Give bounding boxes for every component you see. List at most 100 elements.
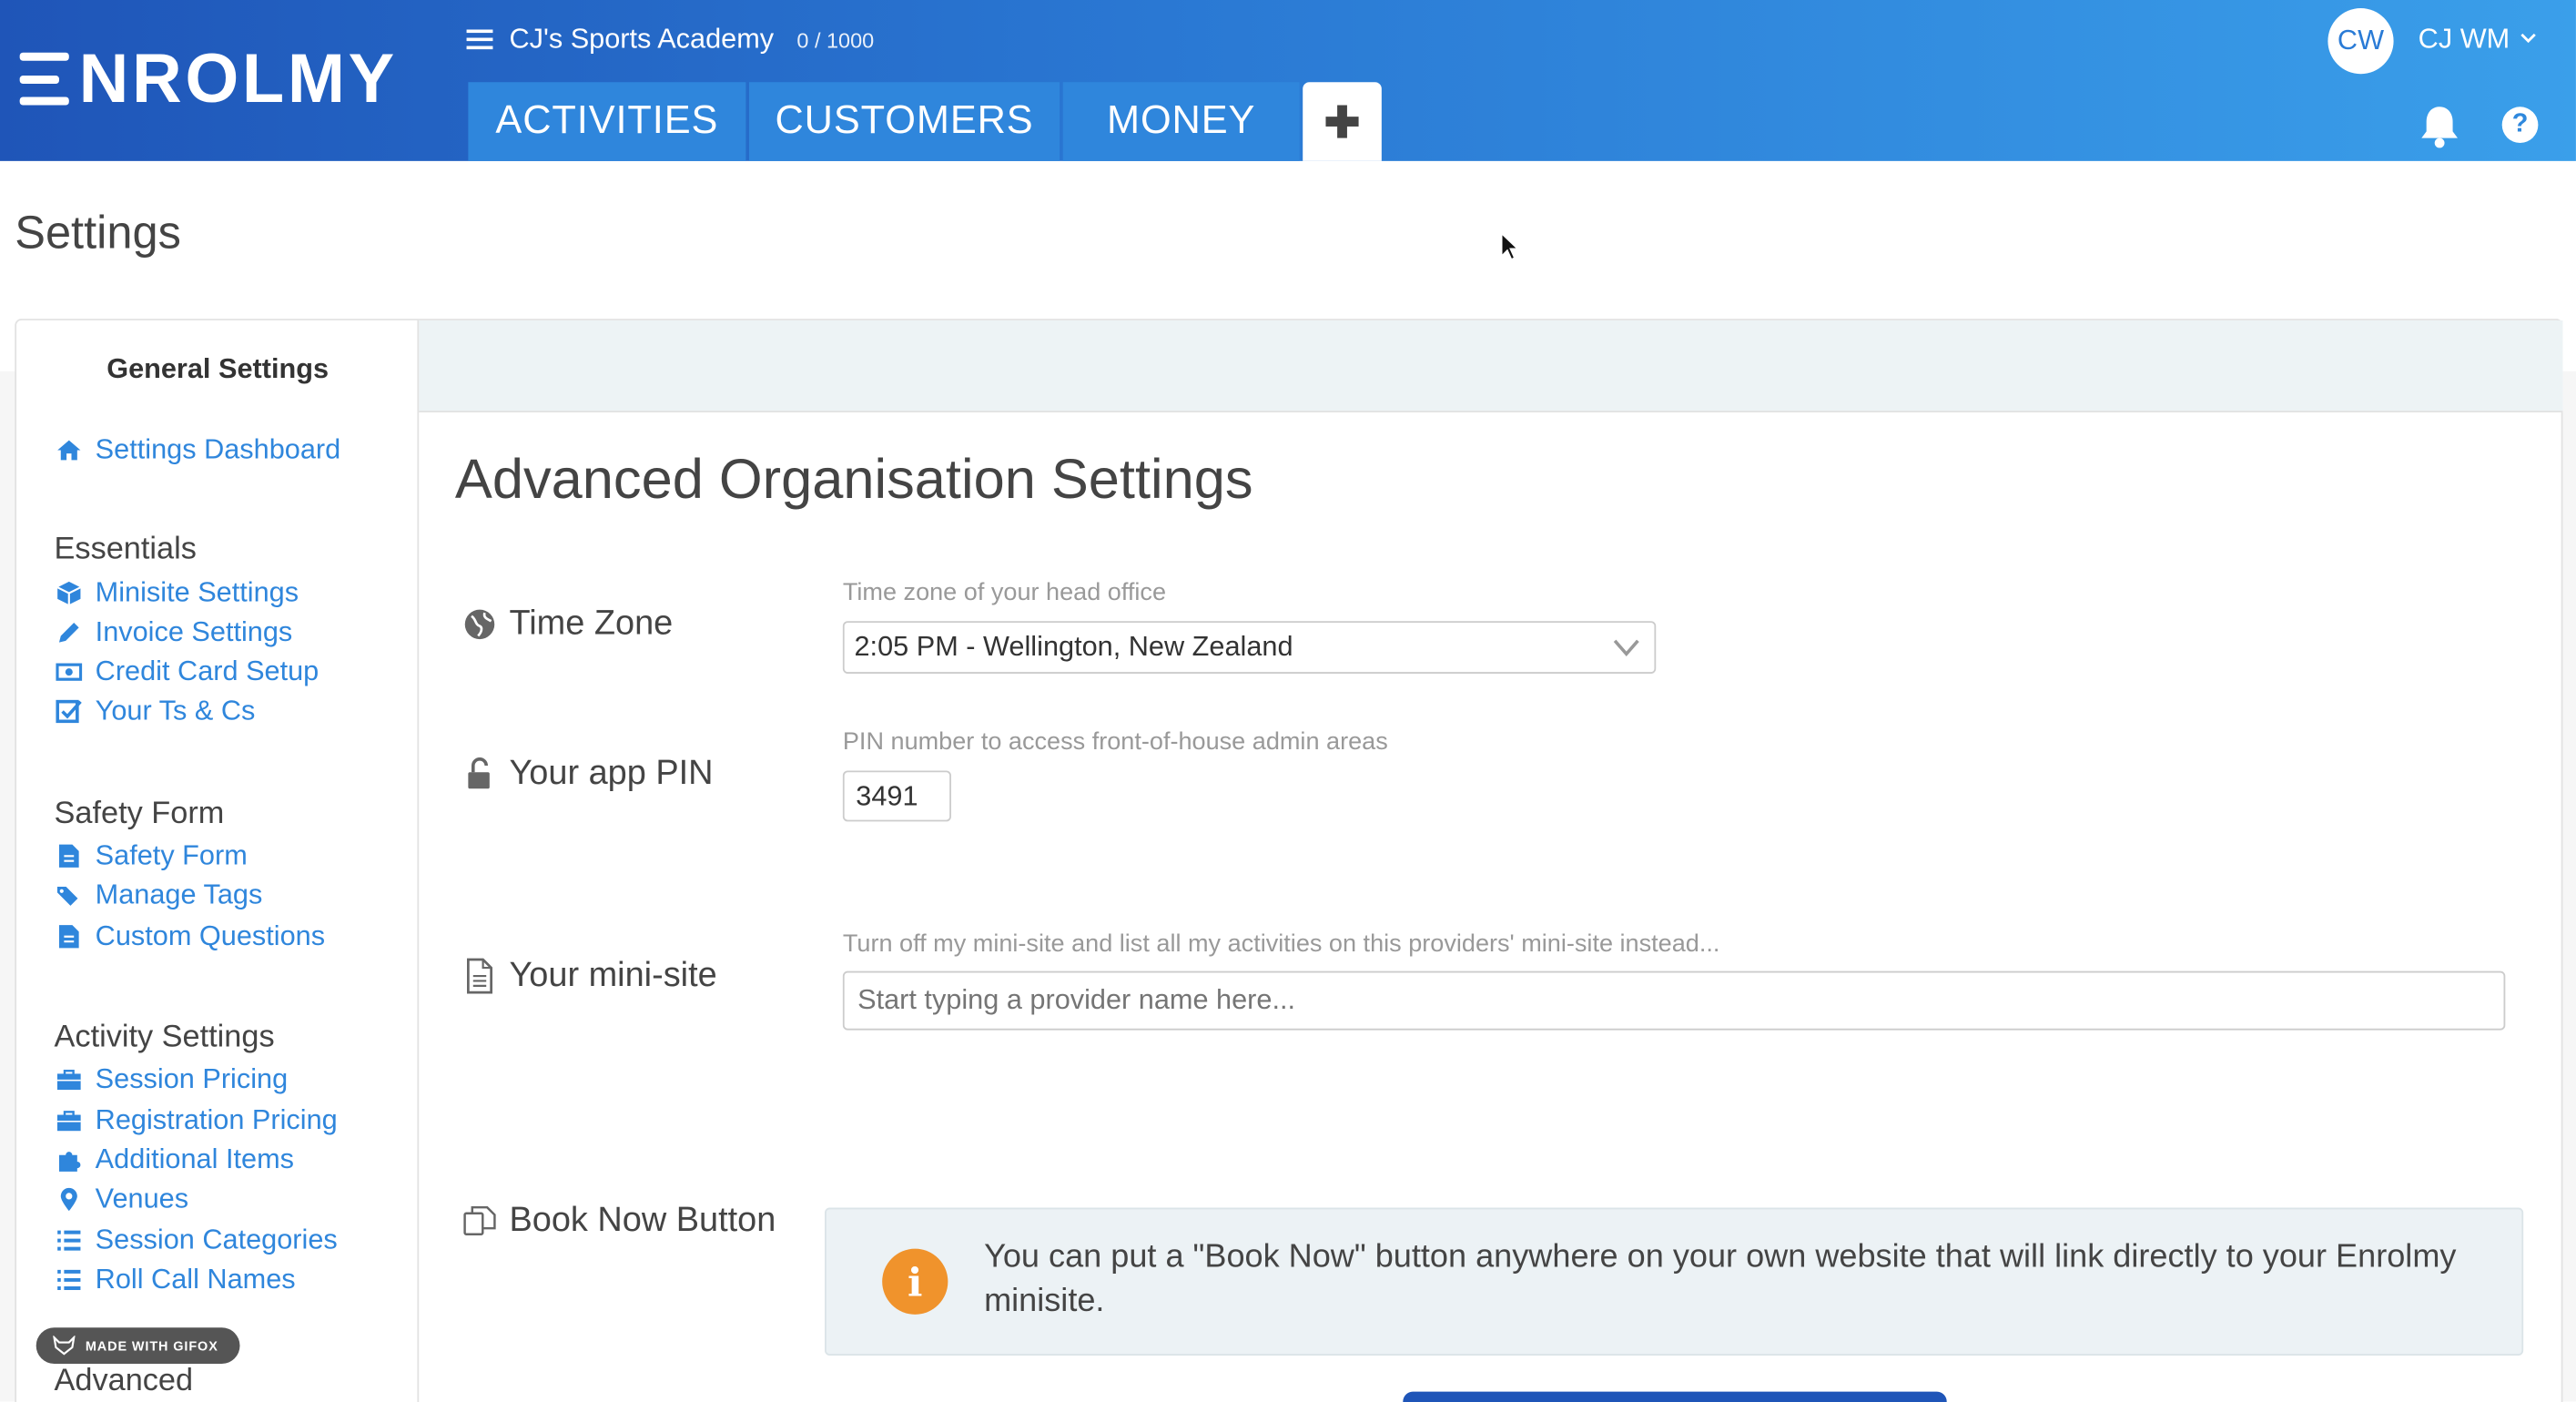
- book-now-button[interactable]: [1403, 1391, 1947, 1402]
- checkbox-icon: [56, 698, 82, 725]
- bell-icon[interactable]: [2419, 104, 2461, 150]
- timezone-value: 2:05 PM - Wellington, New Zealand: [854, 631, 1293, 663]
- list-icon: [56, 1227, 82, 1254]
- document-icon: [56, 923, 82, 950]
- sidebar-item-credit-card-setup[interactable]: Credit Card Setup: [56, 655, 319, 688]
- plus-icon: [1325, 105, 1359, 138]
- screen: NROLMY CJ's Sports Academy 0 / 1000 ACTI…: [0, 0, 2576, 1402]
- sidebar-item-label: Settings Dashboard: [95, 433, 341, 465]
- puzzle-icon: [56, 1147, 82, 1173]
- sidebar-heading-activity-settings: Activity Settings: [54, 1020, 275, 1055]
- file-icon: [463, 958, 496, 994]
- content-header-band: [419, 320, 2563, 413]
- pin-label: Your app PIN: [463, 754, 714, 793]
- sidebar-item-label: Session Categories: [95, 1224, 338, 1255]
- logo-text: NROLMY: [78, 39, 398, 117]
- sidebar-item-manage-tags[interactable]: Manage Tags: [56, 879, 262, 912]
- briefcase-icon: [56, 1066, 82, 1092]
- sidebar-item-minisite-settings[interactable]: Minisite Settings: [56, 576, 299, 609]
- sidebar-heading-advanced: Advanced: [54, 1363, 194, 1398]
- sidebar-heading-safety-form: Safety Form: [54, 797, 225, 832]
- pin-hint: PIN number to access front-of-house admi…: [842, 727, 1388, 757]
- timezone-hint: Time zone of your head office: [842, 578, 1167, 606]
- sidebar-item-safety-form[interactable]: Safety Form: [56, 839, 248, 872]
- sidebar-item-additional-items[interactable]: Additional Items: [56, 1143, 294, 1176]
- sidebar-item-label: Additional Items: [95, 1143, 294, 1175]
- sidebar-item-label: Custom Questions: [95, 919, 326, 951]
- sidebar-item-label: Roll Call Names: [95, 1263, 296, 1295]
- user-name: CJ WM: [2418, 23, 2510, 55]
- sidebar-item-label: Credit Card Setup: [95, 655, 319, 687]
- tab-customers[interactable]: CUSTOMERS: [748, 82, 1060, 161]
- sidebar-item-roll-call-names[interactable]: Roll Call Names: [56, 1263, 296, 1296]
- section-title: Advanced Organisation Settings: [454, 448, 1253, 512]
- timezone-label: Time Zone: [463, 604, 673, 644]
- tab-activities[interactable]: ACTIVITIES: [468, 82, 746, 161]
- mouse-cursor-icon: [1500, 231, 1520, 261]
- sidebar-item-label: Your Ts & Cs: [95, 695, 256, 726]
- hamburger-icon[interactable]: [466, 29, 493, 50]
- sidebar-heading-essentials: Essentials: [54, 532, 197, 567]
- book-now-info-box: i You can put a "Book Now" button anywhe…: [825, 1207, 2524, 1356]
- sidebar-item-label: Session Pricing: [95, 1062, 289, 1094]
- chevron-down-icon: [2521, 33, 2537, 44]
- main-tabs: ACTIVITIES CUSTOMERS MONEY: [468, 82, 1384, 161]
- gifox-text: MADE WITH GIFOX: [85, 1338, 218, 1354]
- minisite-hint: Turn off my mini-site and list all my ac…: [842, 930, 1720, 959]
- timezone-select[interactable]: 2:05 PM - Wellington, New Zealand: [842, 621, 1657, 674]
- tab-add[interactable]: [1303, 82, 1382, 161]
- sidebar-item-ts-cs[interactable]: Your Ts & Cs: [56, 695, 255, 727]
- minisite-label-text: Your mini-site: [509, 956, 717, 994]
- chevron-down-icon: [1613, 639, 1639, 657]
- book-now-info-text: You can put a "Book Now" button anywhere…: [984, 1238, 2457, 1320]
- globe-icon: [463, 608, 496, 641]
- sidebar-item-label: Invoice Settings: [95, 615, 293, 648]
- home-icon: [56, 437, 82, 463]
- pencil-icon: [56, 619, 82, 645]
- copy-icon: [463, 1204, 496, 1237]
- help-icon[interactable]: ?: [2501, 107, 2539, 144]
- sidebar-item-registration-pricing[interactable]: Registration Pricing: [56, 1103, 338, 1137]
- info-icon: i: [882, 1248, 948, 1315]
- unlock-icon: [463, 757, 496, 790]
- sidebar-item-label: Safety Form: [95, 839, 248, 871]
- org-name: CJ's Sports Academy: [509, 23, 775, 55]
- avatar[interactable]: CW: [2328, 8, 2394, 75]
- sidebar-item-invoice-settings[interactable]: Invoice Settings: [56, 616, 292, 649]
- page-title: Settings: [15, 207, 181, 259]
- minisite-label: Your mini-site: [463, 956, 717, 995]
- pin-input[interactable]: 3491: [842, 770, 951, 822]
- org-count: 0 / 1000: [796, 26, 875, 52]
- fox-icon: [53, 1336, 76, 1356]
- pin-label-text: Your app PIN: [509, 754, 714, 792]
- timezone-label-text: Time Zone: [509, 604, 674, 643]
- logo-e-icon: [19, 52, 69, 106]
- tags-icon: [56, 882, 82, 909]
- book-now-label-text: Book Now Button: [509, 1201, 776, 1239]
- tab-money[interactable]: MONEY: [1062, 82, 1300, 161]
- money-icon: [56, 659, 83, 686]
- sidebar-item-settings-dashboard[interactable]: Settings Dashboard: [56, 433, 340, 466]
- sidebar-item-label: Minisite Settings: [95, 576, 299, 608]
- briefcase-icon: [56, 1107, 82, 1133]
- sidebar-title: General Settings: [106, 353, 330, 385]
- gifox-badge: MADE WITH GIFOX: [35, 1327, 240, 1364]
- sidebar-item-venues[interactable]: Venues: [56, 1183, 188, 1215]
- enrolmy-logo[interactable]: NROLMY: [19, 39, 398, 118]
- sidebar-item-label: Registration Pricing: [95, 1103, 338, 1136]
- organisation-selector[interactable]: CJ's Sports Academy 0 / 1000: [466, 23, 875, 56]
- user-menu[interactable]: CJ WM: [2419, 23, 2538, 56]
- sidebar-item-label: Venues: [95, 1183, 189, 1214]
- sidebar-item-label: Manage Tags: [95, 879, 263, 910]
- document-icon: [56, 843, 82, 869]
- top-header: NROLMY CJ's Sports Academy 0 / 1000 ACTI…: [0, 0, 2576, 161]
- sidebar-item-session-pricing[interactable]: Session Pricing: [56, 1063, 288, 1096]
- list-icon: [56, 1267, 82, 1294]
- sidebar-item-session-categories[interactable]: Session Categories: [56, 1224, 338, 1257]
- sidebar-item-custom-questions[interactable]: Custom Questions: [56, 920, 325, 953]
- settings-sidebar: General Settings Settings Dashboard Esse…: [16, 320, 420, 1402]
- provider-search-input[interactable]: [842, 970, 2506, 1031]
- map-marker-icon: [56, 1186, 82, 1213]
- cube-icon: [56, 580, 82, 606]
- book-now-label: Book Now Button: [463, 1201, 776, 1240]
